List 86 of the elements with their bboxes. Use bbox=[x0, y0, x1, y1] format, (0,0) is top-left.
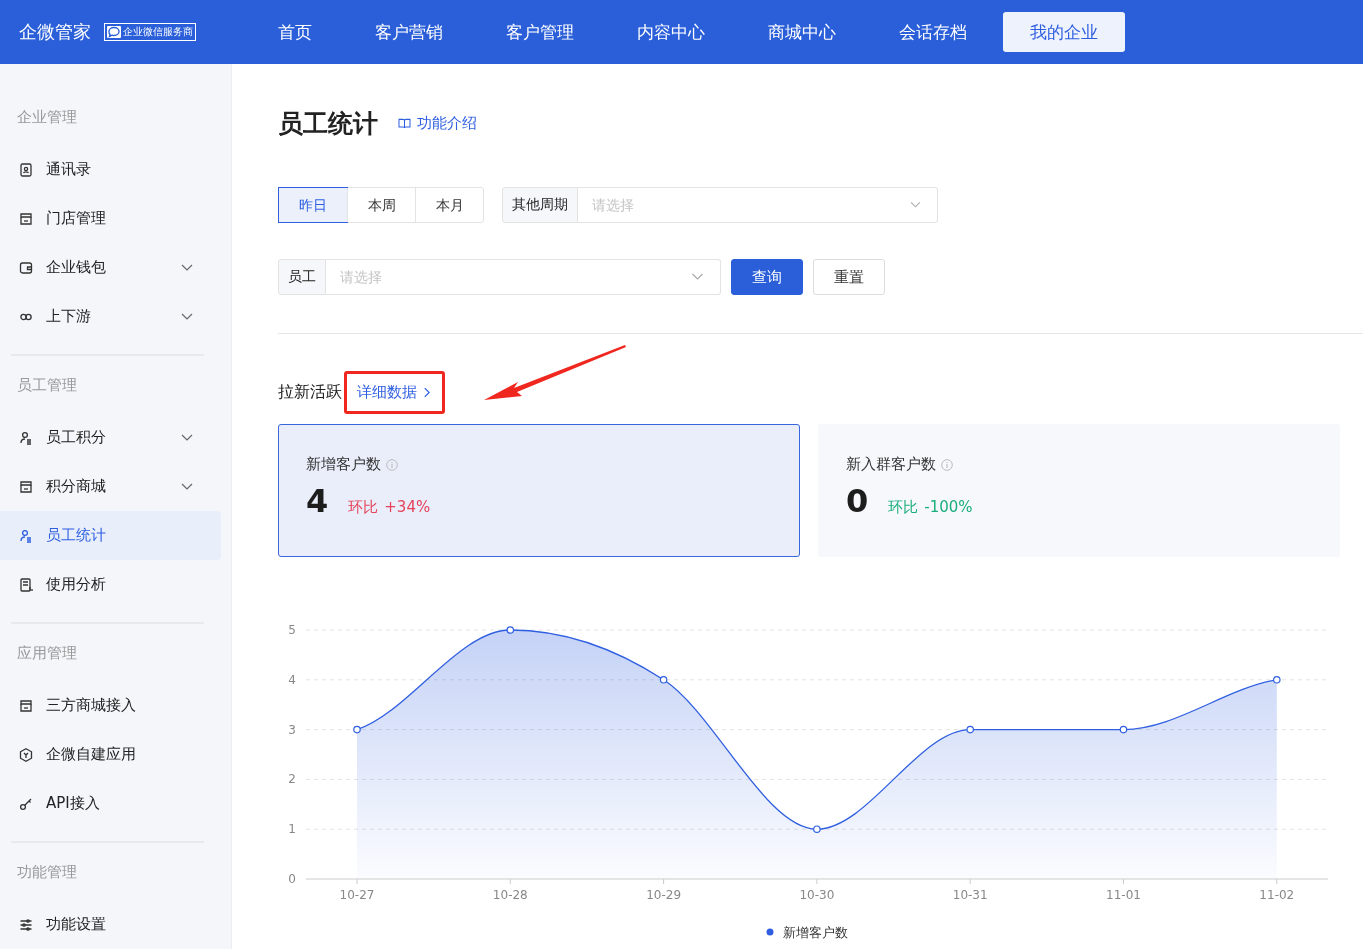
store-icon bbox=[18, 478, 34, 495]
y-axis-label: 1 bbox=[288, 822, 296, 837]
x-axis-label: 10-31 bbox=[952, 888, 988, 902]
metric-card[interactable]: 新增客户数 4 环比 +34% bbox=[278, 424, 800, 557]
employee-select[interactable]: 请选择 bbox=[326, 259, 721, 295]
data-point bbox=[1119, 725, 1128, 734]
data-point bbox=[506, 626, 515, 634]
info-icon bbox=[941, 458, 953, 471]
x-axis-label: 10-28 bbox=[492, 888, 528, 902]
nav-tab[interactable]: 商城中心 bbox=[741, 12, 863, 52]
sidebar-section-title: 企业管理 bbox=[16, 108, 78, 128]
change-value: +34% bbox=[384, 498, 431, 516]
sliders-icon bbox=[18, 916, 34, 933]
nav-tab[interactable]: 会话存档 bbox=[872, 12, 994, 52]
user-icon bbox=[18, 429, 34, 446]
x-axis-label: 10-29 bbox=[646, 888, 682, 902]
sidebar-section-title: 应用管理 bbox=[16, 644, 78, 664]
dropdown-icon bbox=[910, 201, 921, 209]
x-axis-label: 11-01 bbox=[1106, 888, 1141, 902]
book-icon bbox=[398, 117, 411, 129]
sidebar-item[interactable]: 功能设置 bbox=[0, 900, 221, 949]
nav-tab[interactable]: 客户营销 bbox=[348, 12, 470, 52]
partner-badge: 企业微信服务商 bbox=[104, 23, 196, 41]
app-logo[interactable]: 企微管家 bbox=[19, 20, 91, 44]
sidebar-item[interactable]: API接入 bbox=[0, 779, 221, 828]
dropdown-icon bbox=[691, 273, 704, 281]
sidebar-item[interactable]: 企业钱包 bbox=[0, 243, 221, 292]
query-button[interactable]: 查询 bbox=[731, 259, 803, 295]
sidebar-item[interactable]: 员工积分 bbox=[0, 413, 221, 462]
sidebar-item[interactable]: 积分商城 bbox=[0, 462, 221, 511]
x-axis-label: 10-27 bbox=[339, 888, 375, 902]
sidebar-item[interactable]: 员工统计 bbox=[0, 511, 221, 560]
period-select[interactable]: 请选择 bbox=[578, 187, 938, 223]
chevron-right-icon bbox=[423, 386, 430, 398]
y-axis-label: 5 bbox=[288, 623, 296, 637]
chat-bubble-icon bbox=[107, 26, 121, 38]
sidebar-item[interactable]: 门店管理 bbox=[0, 194, 221, 243]
period-tab[interactable]: 昨日 bbox=[279, 188, 347, 222]
metric-value: 4 bbox=[306, 482, 329, 520]
sidebar-item[interactable]: 使用分析 bbox=[0, 560, 221, 609]
help-link[interactable]: 功能介绍 bbox=[398, 113, 477, 133]
x-axis-label: 11-02 bbox=[1259, 888, 1295, 902]
sidebar-section-title: 功能管理 bbox=[16, 863, 78, 883]
data-point bbox=[813, 825, 821, 833]
nav-tab[interactable]: 内容中心 bbox=[610, 12, 732, 52]
metric-label: 新增客户数 bbox=[306, 455, 381, 474]
period-tab[interactable]: 本周 bbox=[347, 188, 415, 222]
contacts-icon bbox=[18, 161, 34, 178]
data-point bbox=[353, 725, 361, 734]
detail-link[interactable]: 详细数据 bbox=[357, 382, 430, 402]
y-axis-label: 2 bbox=[288, 772, 296, 787]
info-icon bbox=[386, 458, 398, 471]
comparison-label: 环比 bbox=[888, 498, 919, 517]
reset-button[interactable]: 重置 bbox=[813, 259, 885, 295]
store-icon bbox=[18, 210, 34, 227]
metric-value: 0 bbox=[846, 482, 869, 520]
user-icon bbox=[18, 527, 34, 544]
sidebar-item[interactable]: 通讯录 bbox=[0, 145, 221, 194]
store-icon bbox=[18, 697, 34, 714]
legend-label[interactable]: 新增客户数 bbox=[783, 925, 848, 940]
comparison-label: 环比 bbox=[348, 498, 379, 517]
wallet-icon bbox=[18, 259, 34, 276]
report-icon bbox=[18, 576, 34, 593]
sidebar-item[interactable]: 三方商城接入 bbox=[0, 681, 221, 730]
field-label: 其他周期 bbox=[502, 187, 578, 223]
nav-tab[interactable]: 我的企业 bbox=[1003, 12, 1125, 52]
nav-tab[interactable]: 客户管理 bbox=[479, 12, 601, 52]
sidebar-section-title: 员工管理 bbox=[16, 376, 78, 396]
nav-tab[interactable]: 首页 bbox=[251, 12, 339, 52]
page-title: 员工统计 bbox=[278, 107, 378, 140]
metric-label: 新入群客户数 bbox=[846, 455, 936, 474]
data-point bbox=[1273, 676, 1281, 684]
sidebar-item[interactable]: 企微自建应用 bbox=[0, 730, 221, 779]
section-title: 拉新活跃 bbox=[278, 381, 342, 403]
hex-icon bbox=[18, 746, 34, 763]
y-axis-label: 0 bbox=[288, 872, 296, 886]
x-axis-label: 10-30 bbox=[799, 888, 835, 902]
sidebar-item[interactable]: 上下游 bbox=[0, 292, 221, 341]
y-axis-label: 4 bbox=[288, 672, 296, 687]
field-label: 员工 bbox=[278, 259, 326, 295]
y-axis-label: 3 bbox=[288, 722, 296, 737]
period-tab[interactable]: 本月 bbox=[415, 188, 483, 222]
metric-card[interactable]: 新入群客户数 0 环比 -100% bbox=[818, 424, 1340, 557]
data-point bbox=[659, 676, 668, 684]
data-point bbox=[966, 725, 974, 734]
change-value: -100% bbox=[924, 498, 973, 516]
